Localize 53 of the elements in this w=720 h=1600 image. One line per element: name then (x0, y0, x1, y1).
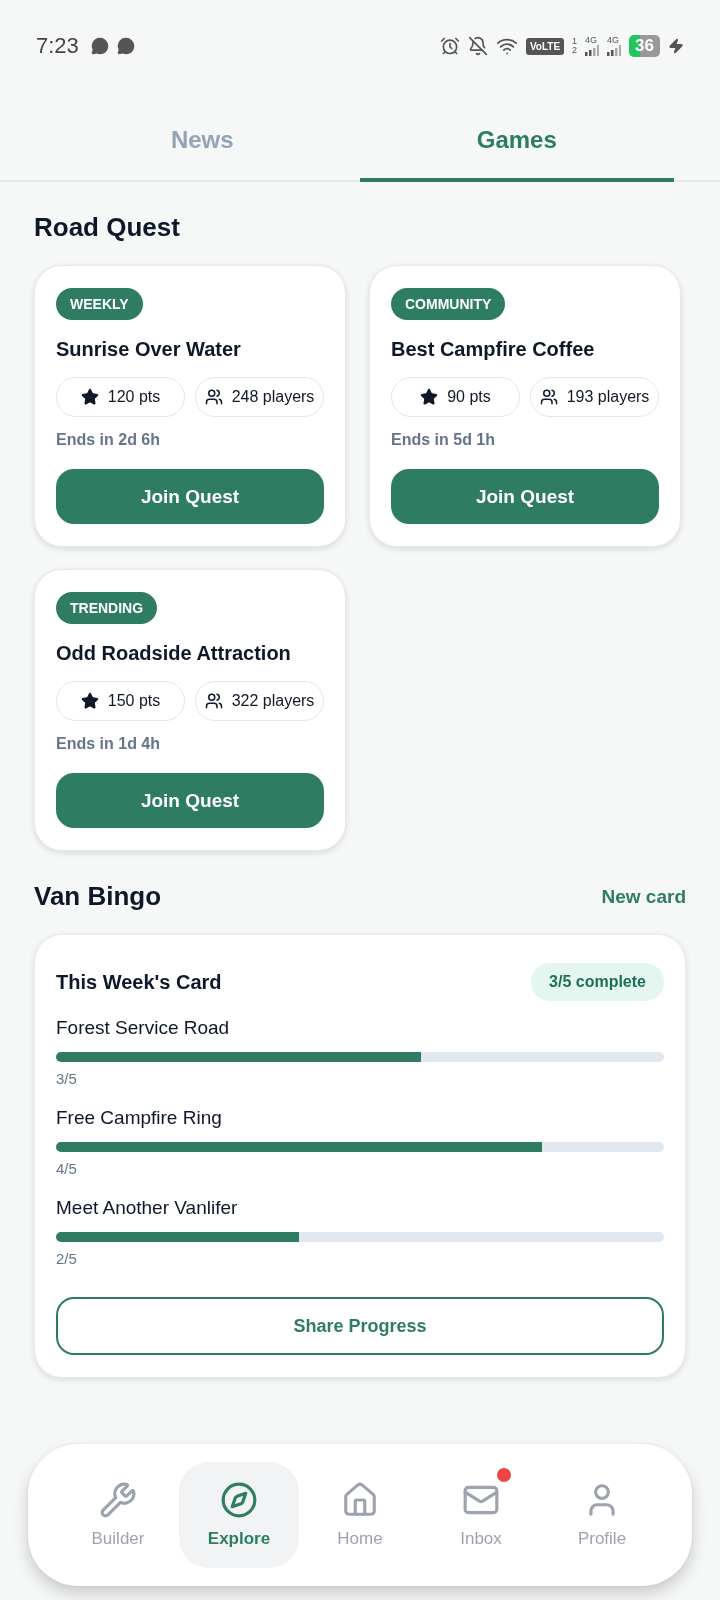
network-label: 4G (585, 36, 598, 45)
sim-slot-label: 1 (572, 37, 578, 46)
nav-item[interactable]: Builder (58, 1462, 178, 1568)
quest-title: Sunrise Over Water (56, 338, 242, 361)
chat-bubble-icon (90, 37, 109, 55)
completion-badge: 3/5 complete (531, 963, 664, 1001)
section-title: Van Bingo (34, 881, 162, 912)
wrench-icon (99, 1481, 137, 1519)
nav-item[interactable]: Profile (542, 1462, 662, 1568)
clock-time: 7:23 (36, 33, 79, 59)
bingo-item-name: Forest Service Road (56, 1017, 231, 1039)
signal-icon (607, 45, 622, 56)
section-title: Road Quest (34, 212, 180, 243)
compass-icon (220, 1481, 258, 1519)
bingo-item-name: Meet Another Vanlifer (56, 1197, 239, 1219)
share-progress-button[interactable]: Share Progress (56, 1297, 664, 1355)
quest-tag: WEEKLY (56, 288, 143, 320)
end-time: Ends in 2d 6h (56, 431, 161, 449)
people-icon (204, 388, 223, 406)
card-title: This Week's Card (56, 970, 222, 994)
progress-reading: 2/5 (56, 1250, 78, 1267)
bingo-item-name: Free Campfire Ring (56, 1107, 223, 1129)
volte-label: VoLTE (525, 37, 565, 55)
bell-off-icon (467, 36, 488, 56)
nav-item[interactable]: Home (300, 1462, 420, 1568)
progress-reading: 4/5 (56, 1160, 78, 1177)
star-icon (420, 388, 439, 406)
quest-title: Best Campfire Coffee (391, 338, 596, 361)
quest-tag: COMMUNITY (391, 288, 506, 320)
star-icon (80, 692, 99, 710)
signal-icon (585, 45, 600, 56)
star-icon (80, 388, 99, 406)
tab[interactable]: Games (359, 108, 674, 182)
join-quest-button[interactable]: Join Quest (56, 773, 324, 828)
nav-item[interactable]: Explore (179, 1462, 299, 1568)
people-icon (539, 388, 558, 406)
tab[interactable]: News (45, 108, 360, 182)
end-time: Ends in 1d 4h (56, 735, 161, 753)
progress-reading: 3/5 (56, 1070, 78, 1087)
nav-item[interactable]: Inbox (421, 1462, 541, 1568)
quest-tag: TRENDING (56, 592, 158, 624)
end-time: Ends in 5d 1h (391, 431, 496, 449)
join-quest-button[interactable]: Join Quest (56, 469, 324, 524)
network-label: 4G (607, 36, 620, 45)
house-icon (341, 1481, 379, 1519)
charging-icon (668, 38, 684, 54)
join-quest-button[interactable]: Join Quest (391, 469, 659, 524)
quest-title: Odd Roadside Attraction (56, 642, 292, 665)
people-icon (204, 692, 223, 710)
messenger-icon (116, 37, 135, 55)
alarm-icon (439, 36, 460, 56)
sim-slot-label: 2 (572, 46, 578, 55)
new-card-link[interactable]: New card (601, 885, 686, 908)
